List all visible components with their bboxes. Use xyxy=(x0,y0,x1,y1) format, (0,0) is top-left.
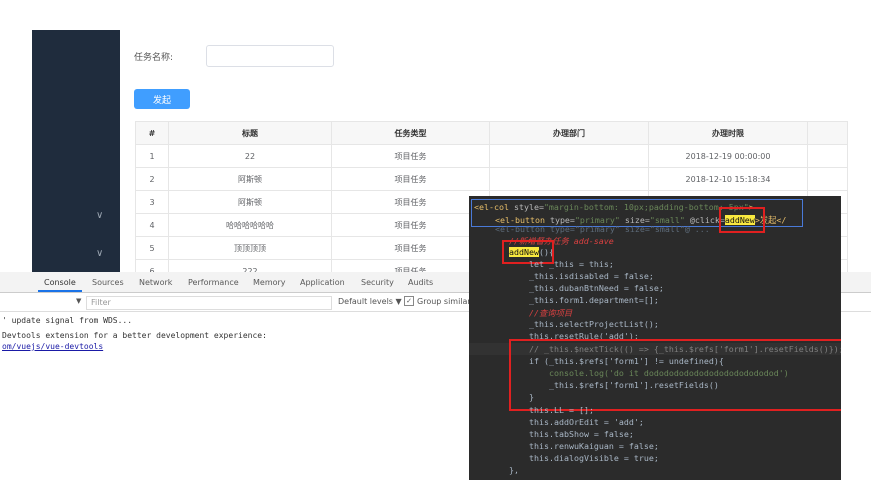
cell-department xyxy=(489,144,649,168)
cell-title: 顶顶顶顶 xyxy=(168,236,332,260)
tab-memory[interactable]: Memory xyxy=(253,278,286,287)
cell-index: 5 xyxy=(135,236,169,260)
active-tab-indicator xyxy=(38,290,82,292)
log-levels-dropdown[interactable]: Default levels ▼ xyxy=(338,297,402,306)
cell-title: 22 xyxy=(168,144,332,168)
task-name-label: 任务名称: xyxy=(134,53,174,63)
cell-index: 1 xyxy=(135,144,169,168)
code-line: }, xyxy=(509,465,519,475)
cell-task-type: 项目任务 xyxy=(331,167,490,191)
col-header-title[interactable]: 标题 xyxy=(168,121,332,145)
task-name-input[interactable] xyxy=(206,45,334,67)
code-line: _this.isdisabled = false; xyxy=(529,271,654,281)
code-comment: //查询项目 xyxy=(529,308,573,318)
col-header-extra xyxy=(807,121,848,145)
code-line: this.tabShow = false; xyxy=(529,429,634,439)
sidebar: ∨ ∨ xyxy=(32,30,120,272)
col-header-deadline[interactable]: 办理时限 xyxy=(648,121,808,145)
code-line: this.dialogVisible = true; xyxy=(529,453,659,463)
vue-devtools-link[interactable]: om/vuejs/vue-devtools xyxy=(2,342,103,351)
table-row[interactable]: 1 22 项目任务 2018-12-19 00:00:00 xyxy=(135,144,848,168)
table-row[interactable]: 2 阿斯顿 项目任务 2018-12-10 15:18:34 xyxy=(135,167,848,191)
col-header-department[interactable]: 办理部门 xyxy=(489,121,649,145)
cell-index: 3 xyxy=(135,190,169,214)
cell-task-type: 项目任务 xyxy=(331,213,490,237)
cell-title: 哈哈哈哈哈哈 xyxy=(168,213,332,237)
code-line: <el-col style="margin-bottom: 10px;paddi… xyxy=(474,202,754,212)
chevron-down-icon[interactable]: ∨ xyxy=(96,210,103,221)
table-header-row: # 标题 任务类型 办理部门 办理时限 xyxy=(135,121,848,145)
console-message: ' update signal from WDS... xyxy=(2,316,133,325)
tab-network[interactable]: Network xyxy=(139,278,172,287)
tab-sources[interactable]: Sources xyxy=(92,278,124,287)
code-line: this.addOrEdit = 'add'; xyxy=(529,417,644,427)
cell-task-type: 项目任务 xyxy=(331,144,490,168)
tab-audits[interactable]: Audits xyxy=(408,278,433,287)
tab-console[interactable]: Console xyxy=(44,278,76,287)
console-message: Devtools extension for a better developm… xyxy=(2,331,267,340)
code-line: this.renwuKaiguan = false; xyxy=(529,441,659,451)
cell-index: 4 xyxy=(135,213,169,237)
cell-task-type: 项目任务 xyxy=(331,190,490,214)
annotation-box-click-handler xyxy=(719,207,765,233)
console-filter-input[interactable]: Filter xyxy=(86,296,332,310)
col-header-task-type[interactable]: 任务类型 xyxy=(331,121,490,145)
code-line: let _this = this; xyxy=(529,259,614,269)
cell-index: 2 xyxy=(135,167,169,191)
code-line: _this.dubanBtnNeed = false; xyxy=(529,283,664,293)
code-line: _this.selectProjectList(); xyxy=(529,319,659,329)
cell-extra xyxy=(807,144,848,168)
context-dropdown-icon[interactable]: ▼ xyxy=(76,297,81,305)
group-similar-checkbox[interactable]: ✓ xyxy=(404,296,414,306)
col-header-index[interactable]: # xyxy=(135,121,169,145)
tab-performance[interactable]: Performance xyxy=(188,278,239,287)
tab-security[interactable]: Security xyxy=(361,278,394,287)
code-editor-overlay: <el-col style="margin-bottom: 10px;paddi… xyxy=(469,196,841,480)
cell-task-type: 项目任务 xyxy=(331,236,490,260)
code-line: _this.form1.department=[]; xyxy=(529,295,659,305)
launch-button[interactable]: 发起 xyxy=(134,89,190,109)
tab-application[interactable]: Application xyxy=(300,278,345,287)
group-similar-label: Group similar xyxy=(417,297,471,306)
cell-deadline: 2018-12-19 00:00:00 xyxy=(648,144,808,168)
cell-title: 阿斯顿 xyxy=(168,190,332,214)
code-line: <el-button type="primary" size="small"@ … xyxy=(495,224,715,234)
cell-deadline: 2018-12-10 15:18:34 xyxy=(648,167,808,191)
cell-title: 阿斯顿 xyxy=(168,167,332,191)
cell-extra xyxy=(807,167,848,191)
chevron-down-icon[interactable]: ∨ xyxy=(96,248,103,259)
cell-department xyxy=(489,167,649,191)
annotation-box-reset-fields xyxy=(509,339,841,411)
code-line: this.LL = []; xyxy=(529,405,594,415)
